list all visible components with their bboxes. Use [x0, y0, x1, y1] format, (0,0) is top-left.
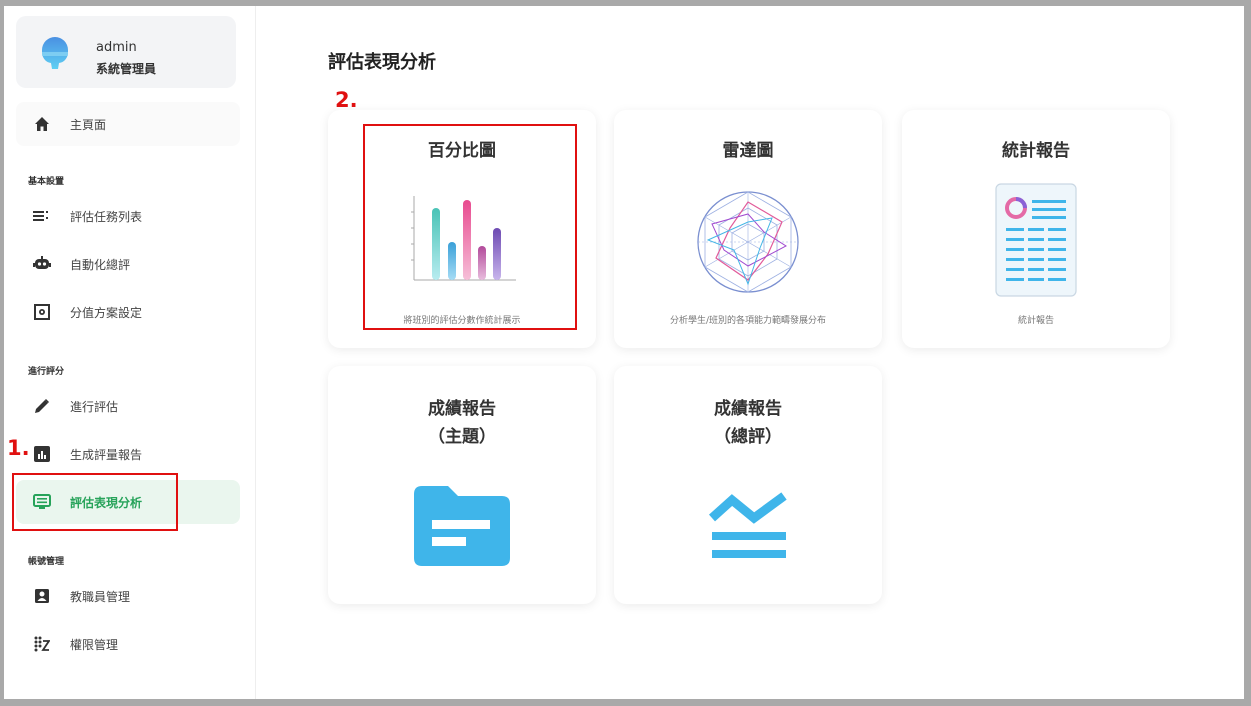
- section-title-scoring: 進行評分: [28, 367, 65, 377]
- card-description: 統計報告: [1017, 316, 1054, 326]
- home-icon: [22, 116, 62, 132]
- sidebar-item-auto-review[interactable]: 自動化總評: [16, 242, 240, 286]
- page-title: 評估表現分析: [328, 52, 436, 73]
- card-title-line2: （總評）: [714, 427, 782, 447]
- app-window: admin 系統管理員 主頁面 基本設置 評估任務列表 自動化總評 分值方案設定…: [4, 6, 1244, 699]
- sidebar-item-label: 進行評估: [70, 399, 119, 414]
- sidebar-item-score-scheme[interactable]: 分值方案設定: [16, 290, 240, 334]
- pencil-icon: [22, 398, 62, 414]
- sidebar: admin 系統管理員 主頁面 基本設置 評估任務列表 自動化總評 分值方案設定…: [4, 6, 256, 699]
- sidebar-item-staff[interactable]: 教職員管理: [16, 574, 240, 618]
- sidebar-item-label: 教職員管理: [70, 589, 131, 604]
- sidebar-item-task-list[interactable]: 評估任務列表: [16, 194, 240, 238]
- sidebar-item-label: 主頁面: [70, 117, 107, 132]
- robot-icon: [22, 256, 62, 272]
- annotation-step2: 2.: [335, 88, 358, 112]
- avatar: [42, 37, 68, 69]
- card-description: 將班別的評估分數作統計展示: [403, 316, 521, 326]
- trend-lines-icon: [708, 492, 787, 558]
- card-description: 分析學生/班別的各項能力範疇發展分布: [669, 316, 827, 326]
- bar-chart-art: [411, 196, 516, 281]
- user-card[interactable]: admin 系統管理員: [16, 16, 236, 88]
- sidebar-item-generate-report[interactable]: 生成評量報告: [16, 432, 240, 476]
- user-role: 系統管理員: [96, 62, 157, 76]
- id-badge-icon: [22, 588, 62, 604]
- annotation-step1: 1.: [7, 436, 30, 460]
- sidebar-item-label: 分值方案設定: [70, 305, 143, 320]
- card-title: 百分比圖: [428, 141, 496, 161]
- sidebar-item-label: 權限管理: [70, 637, 119, 652]
- monitor-list-icon: [22, 494, 62, 510]
- sidebar-item-label: 生成評量報告: [70, 447, 143, 462]
- sidebar-item-performance-analysis[interactable]: 評估表現分析: [16, 480, 240, 524]
- card-radar-chart[interactable]: 雷達圖 分析學生/班別的各項能力範疇發展分布: [614, 110, 882, 348]
- sidebar-item-label: 自動化總評: [70, 257, 131, 272]
- card-title-line2: （主題）: [428, 427, 496, 447]
- card-title: 雷達圖: [722, 141, 774, 161]
- card-percentage-chart[interactable]: 百分比圖 將班別的評估分數作統計展示: [328, 110, 596, 348]
- section-title-basic: 基本設置: [28, 177, 65, 187]
- sidebar-item-home[interactable]: 主頁面: [16, 102, 240, 146]
- card-score-report-overall[interactable]: 成績報告 （總評）: [614, 366, 882, 604]
- card-stats-report[interactable]: 統計報告 統計報告: [902, 110, 1170, 348]
- report-document-art: [995, 183, 1077, 297]
- folder-icon: [414, 486, 510, 566]
- sidebar-item-label: 評估任務列表: [70, 209, 143, 224]
- sidebar-item-permissions[interactable]: 權限管理: [16, 622, 240, 666]
- card-title-line1: 成績報告: [714, 399, 782, 419]
- sidebar-item-label: 評估表現分析: [70, 495, 143, 510]
- permission-icon: [22, 636, 62, 652]
- card-title-line1: 成績報告: [428, 399, 496, 419]
- section-title-accounts: 帳號管理: [28, 557, 65, 567]
- card-title: 統計報告: [1002, 141, 1070, 161]
- card-score-report-topic[interactable]: 成績報告 （主題）: [328, 366, 596, 604]
- radar-chart-art: [697, 191, 799, 293]
- list-icon: [22, 209, 62, 223]
- sidebar-item-evaluate[interactable]: 進行評估: [16, 384, 240, 428]
- user-name: admin: [96, 40, 137, 55]
- settings-box-icon: [22, 304, 62, 320]
